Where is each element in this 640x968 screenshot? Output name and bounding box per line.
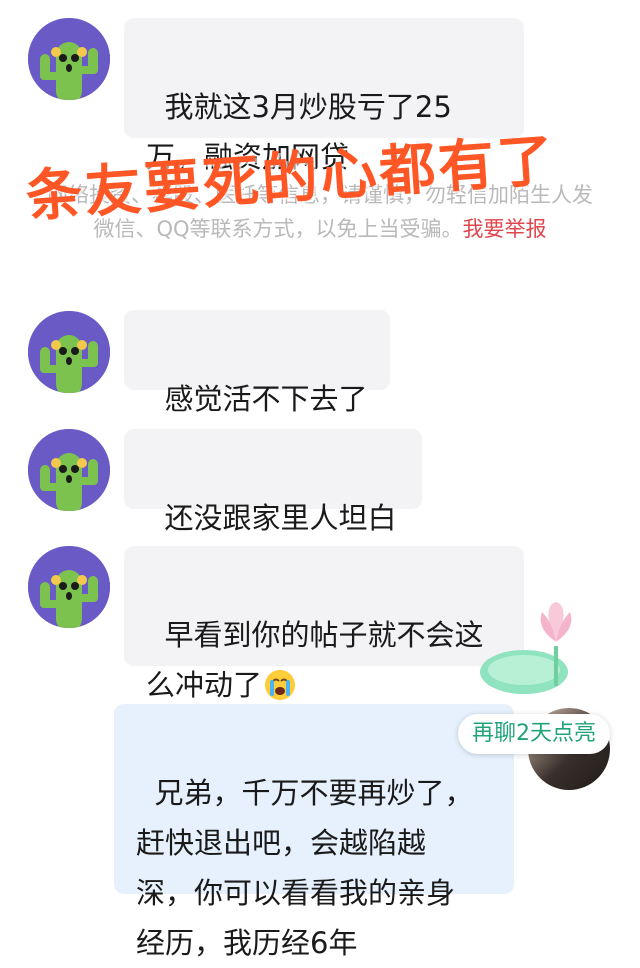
cactus-avatar-icon[interactable] <box>28 546 110 628</box>
cactus-avatar-icon[interactable] <box>28 429 110 511</box>
cactus-avatar-icon[interactable] <box>28 18 110 100</box>
message-text: 兄弟，千万不要再炒了， 赶快退出吧，会越陷越 深，你可以看看我的亲身 经历，我历… <box>136 776 474 960</box>
message-text: 早看到你的帖子就不会这 么冲动了 <box>146 618 484 702</box>
promo-label[interactable]: 再聊2天点亮 <box>458 714 610 754</box>
message-bubble[interactable]: 还没跟家里人坦白 <box>124 429 422 535</box>
report-link[interactable]: 我要举报 <box>463 217 547 241</box>
message-text: 还没跟家里人坦白 <box>164 501 397 535</box>
message-bubble[interactable]: 早看到你的帖子就不会这 么冲动了 <box>124 546 524 702</box>
crying-face-icon <box>264 666 296 700</box>
message-text: 感觉活不下去了 <box>164 382 368 416</box>
lotus-badge-icon[interactable] <box>476 600 586 710</box>
cactus-avatar-icon[interactable] <box>28 311 110 393</box>
message-bubble[interactable]: 感觉活不下去了 <box>124 310 390 416</box>
message-bubble[interactable]: 我就这3月炒股亏了25 万，融资加网贷 <box>124 18 524 174</box>
message-bubble-self[interactable]: 兄弟，千万不要再炒了， 赶快退出吧，会越陷越 深，你可以看看我的亲身 经历，我历… <box>114 704 514 960</box>
